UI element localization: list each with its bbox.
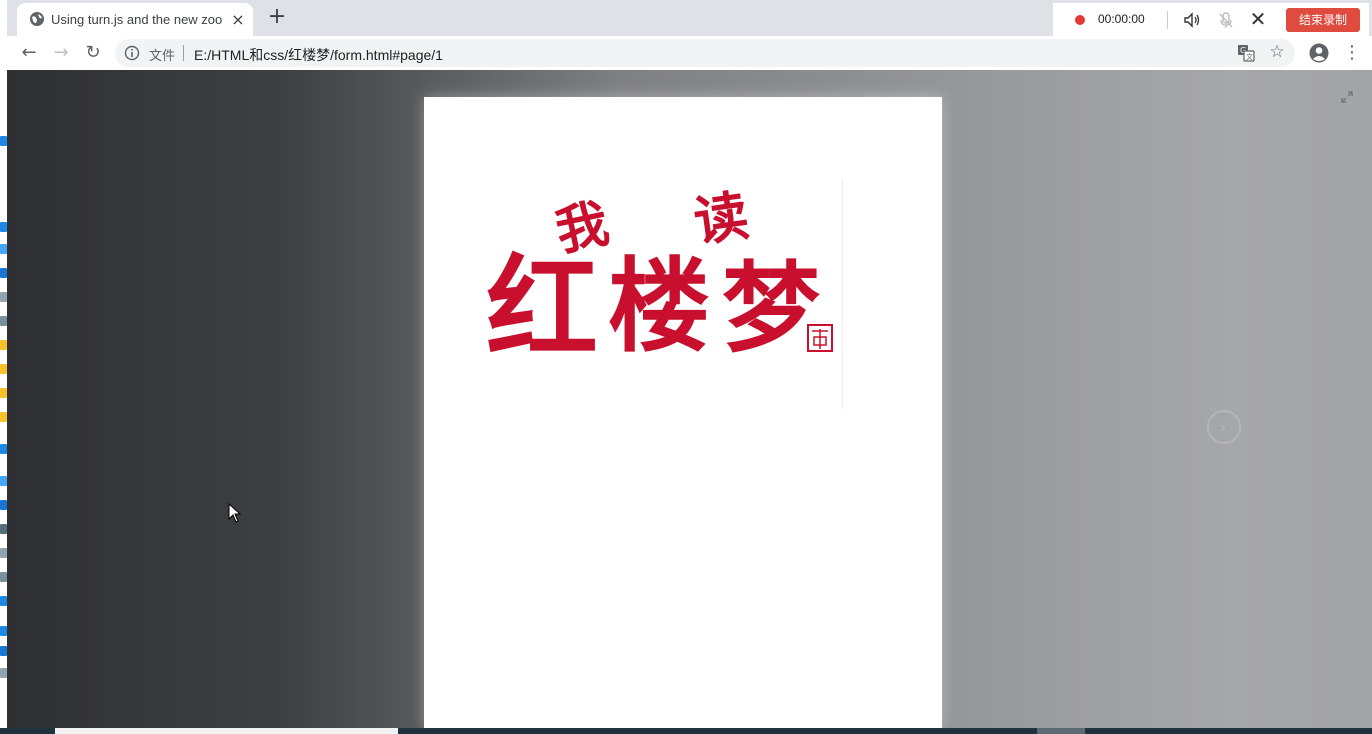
close-icon[interactable]: ✕ bbox=[1249, 9, 1267, 29]
chevron-right-icon: › bbox=[1220, 418, 1227, 437]
browser-toolbar: ← → ↻ 文件 E:/HTML和css/红楼梦/form.html#page/… bbox=[7, 36, 1372, 70]
microphone-muted-icon[interactable] bbox=[1217, 11, 1235, 29]
desktop-icon[interactable] bbox=[0, 626, 7, 636]
folder-icon[interactable] bbox=[0, 388, 7, 398]
speaker-icon[interactable] bbox=[1183, 11, 1201, 29]
desktop-icon[interactable] bbox=[0, 292, 7, 302]
desktop-icon[interactable] bbox=[0, 646, 7, 656]
divider bbox=[183, 45, 184, 61]
divider bbox=[1167, 11, 1168, 29]
stop-recording-button[interactable]: 结束录制 bbox=[1286, 8, 1360, 32]
desktop-icon[interactable] bbox=[0, 500, 7, 510]
forward-button[interactable]: → bbox=[49, 41, 73, 65]
book-page[interactable]: 我 读 红 楼 梦 bbox=[424, 97, 942, 728]
desktop-icon[interactable] bbox=[0, 222, 7, 232]
next-page-button[interactable]: › bbox=[1207, 410, 1241, 444]
tab-strip: Using turn.js and the new zoom × + 00:00… bbox=[7, 0, 1372, 36]
url-text[interactable]: E:/HTML和css/红楼梦/form.html#page/1 bbox=[194, 45, 443, 65]
tab-active[interactable]: Using turn.js and the new zoom × bbox=[17, 3, 253, 36]
desktop-icon[interactable] bbox=[0, 268, 7, 278]
desktop-icon[interactable] bbox=[0, 476, 7, 486]
folder-icon[interactable] bbox=[0, 364, 7, 374]
browser-window: Using turn.js and the new zoom × + 00:00… bbox=[7, 0, 1372, 728]
page-edge-line bbox=[842, 179, 843, 409]
globe-icon bbox=[30, 12, 44, 26]
screen-recorder-bar: 00:00:00 ✕ 结束录制 bbox=[1053, 3, 1369, 36]
svg-text:读: 读 bbox=[690, 183, 752, 254]
desktop-icon[interactable] bbox=[0, 244, 7, 254]
desktop-icon[interactable] bbox=[0, 596, 7, 606]
tab-title: Using turn.js and the new zoom bbox=[51, 12, 223, 27]
desktop-icon[interactable] bbox=[0, 548, 7, 558]
desktop-icon[interactable] bbox=[0, 136, 7, 146]
account-icon[interactable] bbox=[1308, 42, 1330, 64]
zoom-icon[interactable] bbox=[1340, 90, 1354, 104]
desktop-icon[interactable] bbox=[0, 524, 7, 534]
bookmark-star-icon[interactable]: ☆ bbox=[1267, 42, 1287, 62]
reload-button[interactable]: ↻ bbox=[81, 41, 105, 65]
title-calligraphy-logo: 我 读 红 楼 梦 bbox=[486, 183, 833, 374]
site-security-label[interactable]: 文件 bbox=[149, 45, 175, 64]
translate-icon[interactable]: G 文 bbox=[1237, 44, 1255, 62]
back-button[interactable]: ← bbox=[17, 41, 41, 65]
desktop-icon[interactable] bbox=[0, 572, 7, 582]
recording-time: 00:00:00 bbox=[1098, 12, 1145, 26]
address-bar[interactable]: 文件 E:/HTML和css/红楼梦/form.html#page/1 G 文 … bbox=[115, 39, 1295, 67]
new-tab-button[interactable]: + bbox=[265, 6, 289, 29]
folder-icon[interactable] bbox=[0, 340, 7, 350]
mouse-cursor-icon bbox=[228, 503, 242, 523]
desktop-icon[interactable] bbox=[0, 668, 7, 678]
menu-icon[interactable]: ⋮ bbox=[1343, 42, 1361, 64]
svg-text:楼: 楼 bbox=[608, 247, 710, 367]
desktop-icon[interactable] bbox=[0, 316, 7, 326]
book-viewport: 我 读 红 楼 梦 › bbox=[7, 70, 1372, 728]
close-icon[interactable]: × bbox=[229, 11, 247, 29]
info-icon[interactable] bbox=[124, 45, 140, 61]
svg-text:梦: 梦 bbox=[722, 251, 820, 366]
taskbar bbox=[0, 728, 1372, 734]
taskbar-item[interactable] bbox=[1037, 728, 1085, 734]
taskbar-item[interactable] bbox=[55, 728, 398, 734]
recording-dot-icon bbox=[1075, 15, 1085, 25]
folder-icon[interactable] bbox=[0, 412, 7, 422]
svg-text:红: 红 bbox=[486, 243, 598, 374]
svg-text:文: 文 bbox=[1246, 52, 1253, 61]
desktop-icon[interactable] bbox=[0, 444, 7, 454]
